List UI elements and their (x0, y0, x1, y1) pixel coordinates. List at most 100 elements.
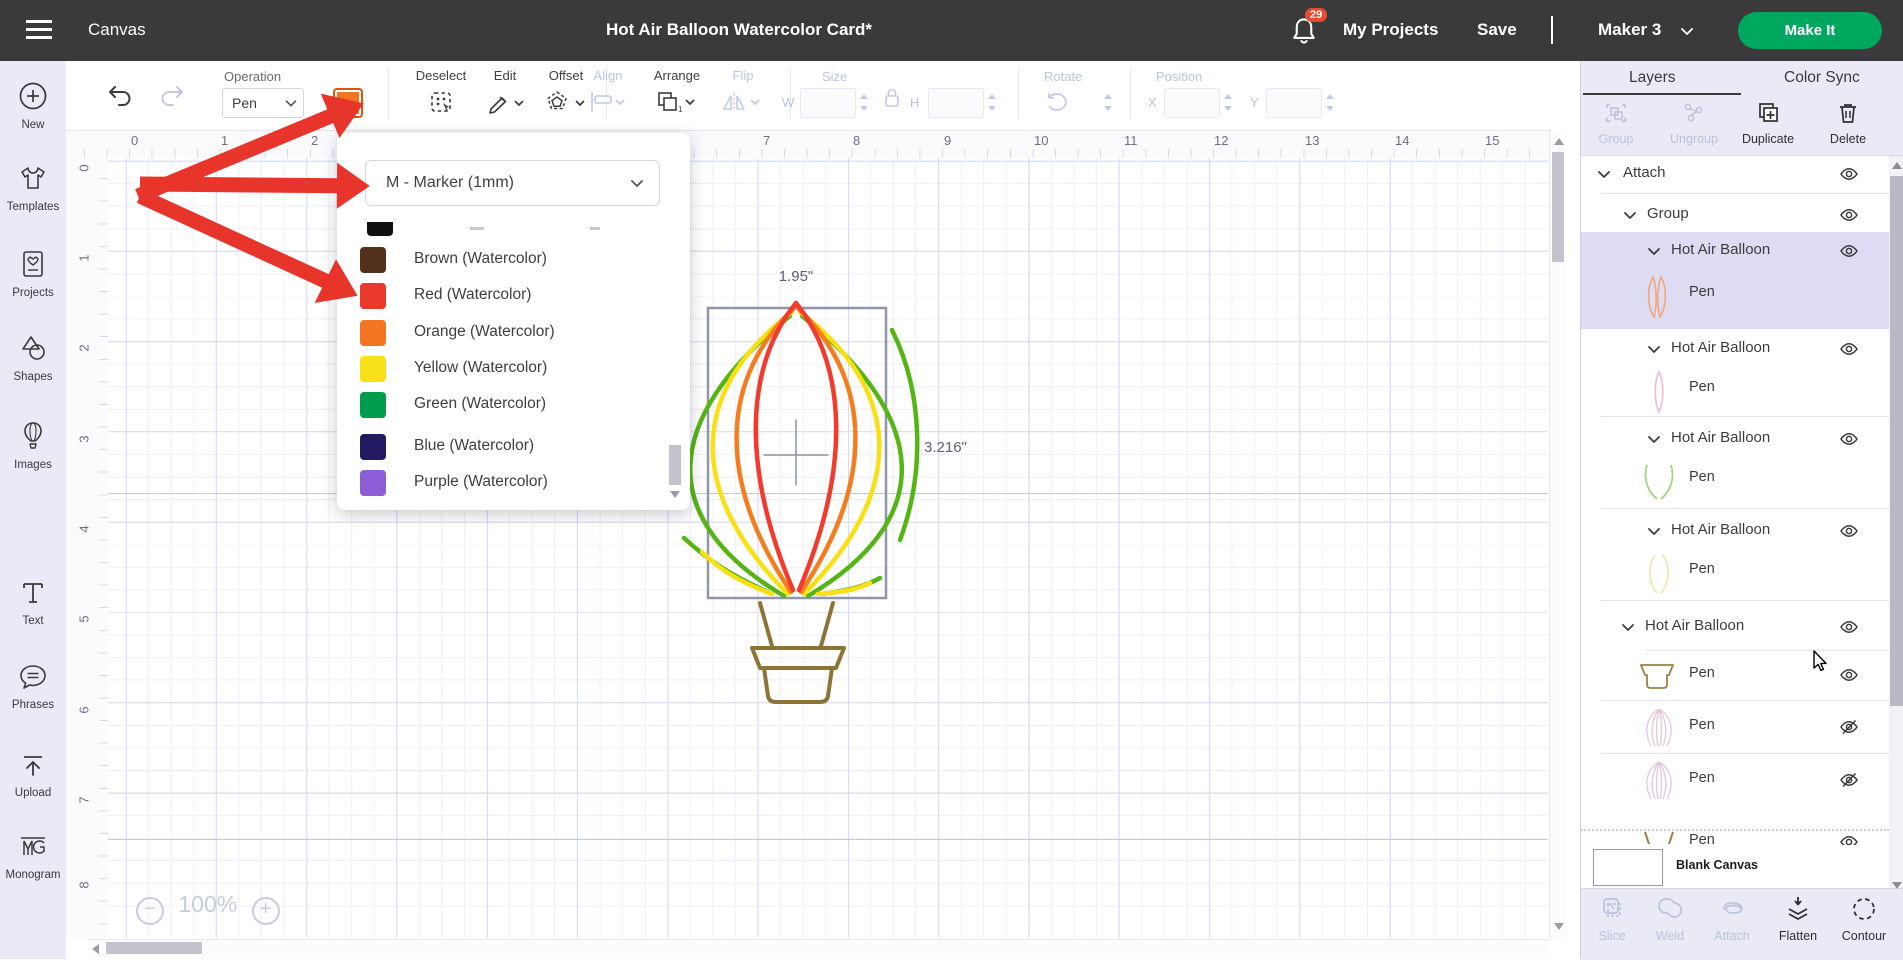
sidebar-item-text[interactable]: Text (0, 579, 66, 627)
layer-row-hot-air-balloon-1[interactable]: Hot Air Balloon (1581, 232, 1889, 270)
pencil-icon (485, 89, 525, 115)
zoom-in-button[interactable]: + (252, 897, 280, 925)
flip-icon (721, 89, 765, 115)
machine-chevron-down-icon[interactable] (1678, 22, 1696, 40)
deselect-icon (428, 89, 454, 115)
eye-icon[interactable] (1839, 205, 1859, 225)
color-option-orange[interactable]: Orange (Watercolor) (353, 316, 663, 350)
layer-row-pen-5[interactable]: Pen (1581, 653, 1889, 699)
scroll-down-arrow[interactable] (670, 491, 680, 498)
tab-color-sync[interactable]: Color Sync (1784, 69, 1860, 87)
layer-row-hot-air-balloon-3[interactable]: Hot Air Balloon (1581, 421, 1889, 457)
canvas-menu-label[interactable]: Canvas (88, 20, 146, 40)
layers-scrollbar[interactable] (1889, 156, 1903, 888)
sidebar-item-templates[interactable]: Templates (0, 163, 66, 213)
sidebar-item-upload[interactable]: Upload (0, 751, 66, 799)
color-option-partial[interactable] (360, 220, 670, 236)
color-option-red[interactable]: Red (Watercolor) (353, 279, 663, 313)
scroll-down-arrow[interactable] (1554, 923, 1564, 930)
sidebar-item-phrases[interactable]: Phrases (0, 663, 66, 711)
scrollbar-thumb[interactable] (1890, 176, 1903, 706)
layer-row-pen-4[interactable]: Pen (1581, 549, 1889, 597)
chevron-down-icon[interactable] (1645, 242, 1663, 260)
color-option-purple[interactable]: Purple (Watercolor) (353, 466, 663, 500)
layer-row-hot-air-balloon-2[interactable]: Hot Air Balloon (1581, 331, 1889, 367)
zoom-out-button[interactable]: − (136, 897, 164, 925)
undo-button[interactable] (106, 83, 134, 109)
sidebar-item-projects[interactable]: Projects (0, 249, 66, 299)
eye-icon[interactable] (1839, 429, 1859, 449)
eye-icon[interactable] (1839, 665, 1859, 685)
make-it-button[interactable]: Make It (1738, 12, 1882, 49)
chevron-down-icon[interactable] (1645, 522, 1663, 540)
scrollbar-thumb[interactable] (106, 942, 202, 954)
layer-row-pen-2[interactable]: Pen (1581, 367, 1889, 415)
pen-tip-select[interactable]: M - Marker (1mm) (365, 160, 660, 206)
eye-icon[interactable] (1839, 339, 1859, 359)
scroll-up-arrow[interactable] (1892, 162, 1902, 169)
selection-crosshair (764, 420, 828, 485)
layer-row-pen-7[interactable]: Pen (1581, 756, 1889, 806)
eye-off-icon[interactable] (1839, 717, 1859, 737)
chevron-down-icon[interactable] (1645, 430, 1663, 448)
operation-select[interactable]: Pen (222, 88, 304, 118)
ruler-number: 7 (77, 796, 92, 803)
flatten-button[interactable]: Flatten (1769, 895, 1827, 943)
eye-icon[interactable] (1839, 617, 1859, 637)
blank-canvas-row[interactable]: Blank Canvas (1581, 845, 1889, 888)
color-option-brown[interactable]: Brown (Watercolor) (353, 243, 663, 277)
redo-button[interactable] (158, 83, 186, 109)
hot-air-balloon-artwork[interactable] (660, 230, 990, 730)
my-projects-link[interactable]: My Projects (1343, 20, 1438, 40)
sidebar-item-images[interactable]: Images (0, 421, 66, 471)
canvas-horizontal-scrollbar[interactable] (88, 939, 1549, 957)
hamburger-menu-icon[interactable] (26, 20, 52, 40)
sidebar-item-monogram[interactable]: Monogram (0, 833, 66, 881)
edit-button[interactable]: Edit (480, 67, 530, 120)
chevron-down-icon[interactable] (1619, 618, 1637, 636)
color-option-green[interactable]: Green (Watercolor) (353, 388, 663, 422)
layer-row-hot-air-balloon-5[interactable]: Hot Air Balloon (1581, 609, 1889, 645)
color-swatch (360, 470, 386, 496)
eye-icon[interactable] (1839, 241, 1859, 261)
delete-button[interactable]: Delete (1813, 101, 1883, 146)
layer-row-pen-3[interactable]: Pen (1581, 457, 1889, 505)
eye-icon[interactable] (1839, 164, 1859, 184)
layer-row-attach[interactable]: Attach (1581, 156, 1889, 192)
eye-icon[interactable] (1839, 521, 1859, 541)
layer-row-hot-air-balloon-4[interactable]: Hot Air Balloon (1581, 513, 1889, 549)
color-option-yellow[interactable]: Yellow (Watercolor) (353, 352, 663, 386)
arrange-button[interactable]: Arrange 1 (646, 67, 708, 120)
mouse-cursor (1812, 650, 1830, 674)
deselect-button[interactable]: Deselect (412, 67, 470, 120)
eye-off-icon[interactable] (1839, 770, 1859, 790)
machine-selector[interactable]: Maker 3 (1598, 20, 1661, 40)
sidebar-item-shapes[interactable]: Shapes (0, 333, 66, 383)
contour-button[interactable]: Contour (1835, 895, 1893, 943)
pen-color-swatch[interactable] (333, 88, 363, 118)
blank-canvas-swatch[interactable] (1593, 849, 1663, 886)
layer-row-pen-6[interactable]: Pen (1581, 703, 1889, 753)
layer-thumbnail (1641, 461, 1677, 503)
chevron-down-icon[interactable] (1621, 206, 1639, 224)
selection-box[interactable] (708, 308, 886, 598)
canvas-vertical-scrollbar[interactable] (1549, 130, 1566, 938)
save-link[interactable]: Save (1477, 20, 1517, 40)
scroll-down-arrow[interactable] (1892, 882, 1902, 889)
layer-row-pen-1[interactable]: Pen (1581, 270, 1889, 326)
layer-row-group[interactable]: Group (1581, 197, 1889, 233)
tab-layers[interactable]: Layers (1629, 69, 1676, 87)
sidebar-item-new[interactable]: New (0, 81, 66, 131)
layer-thumbnail (1637, 706, 1681, 750)
dropdown-scrollbar[interactable] (668, 213, 682, 498)
scroll-left-arrow[interactable] (92, 944, 99, 954)
color-option-blue[interactable]: Blue (Watercolor) (353, 430, 663, 464)
chevron-down-icon[interactable] (1595, 165, 1613, 183)
scroll-up-arrow[interactable] (1554, 138, 1564, 145)
layer-row-pen-8-partial[interactable]: Pen (1581, 806, 1889, 845)
eye-icon[interactable] (1839, 832, 1859, 845)
scrollbar-thumb[interactable] (669, 445, 681, 485)
scrollbar-thumb[interactable] (1552, 152, 1564, 262)
duplicate-button[interactable]: Duplicate (1733, 101, 1803, 146)
chevron-down-icon[interactable] (1645, 340, 1663, 358)
